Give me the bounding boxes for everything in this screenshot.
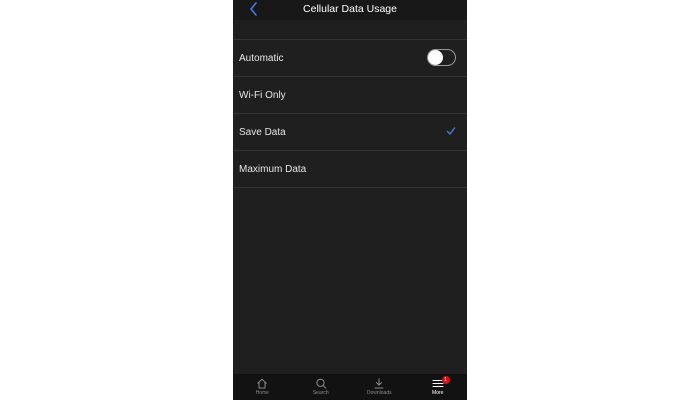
option-maximum-data[interactable]: Maximum Data xyxy=(233,150,467,188)
option-label: Automatic xyxy=(239,53,284,64)
option-label: Maximum Data xyxy=(239,164,307,175)
nav-header: Cellular Data Usage xyxy=(233,0,467,20)
option-save-data[interactable]: Save Data xyxy=(233,113,467,150)
tab-label: Search xyxy=(312,390,329,396)
automatic-toggle[interactable] xyxy=(427,49,456,66)
tab-search[interactable]: Search xyxy=(292,374,351,400)
page-title: Cellular Data Usage xyxy=(303,3,397,15)
option-automatic[interactable]: Automatic xyxy=(233,39,467,76)
phone-screen: Cellular Data Usage Automatic Wi-Fi Only… xyxy=(233,0,467,400)
option-label: Save Data xyxy=(239,127,286,138)
toggle-knob xyxy=(428,50,443,65)
data-usage-options: Automatic Wi-Fi Only Save Data Maximum D… xyxy=(233,39,467,188)
tab-label: Home xyxy=(255,390,269,396)
tab-downloads[interactable]: Downloads xyxy=(350,374,409,400)
search-icon xyxy=(316,378,327,389)
tab-label: Downloads xyxy=(366,390,392,396)
tab-more[interactable]: 1 More xyxy=(409,374,468,400)
download-icon xyxy=(374,378,384,389)
option-label: Wi-Fi Only xyxy=(239,90,286,101)
bottom-tab-bar: Home Search Downloads 1 More xyxy=(233,374,467,400)
notification-badge: 1 xyxy=(441,376,450,384)
checkmark-icon xyxy=(446,127,456,135)
tab-label: More xyxy=(432,390,444,396)
home-icon xyxy=(257,378,268,389)
tab-home[interactable]: Home xyxy=(233,374,292,400)
option-wifi-only[interactable]: Wi-Fi Only xyxy=(233,76,467,113)
